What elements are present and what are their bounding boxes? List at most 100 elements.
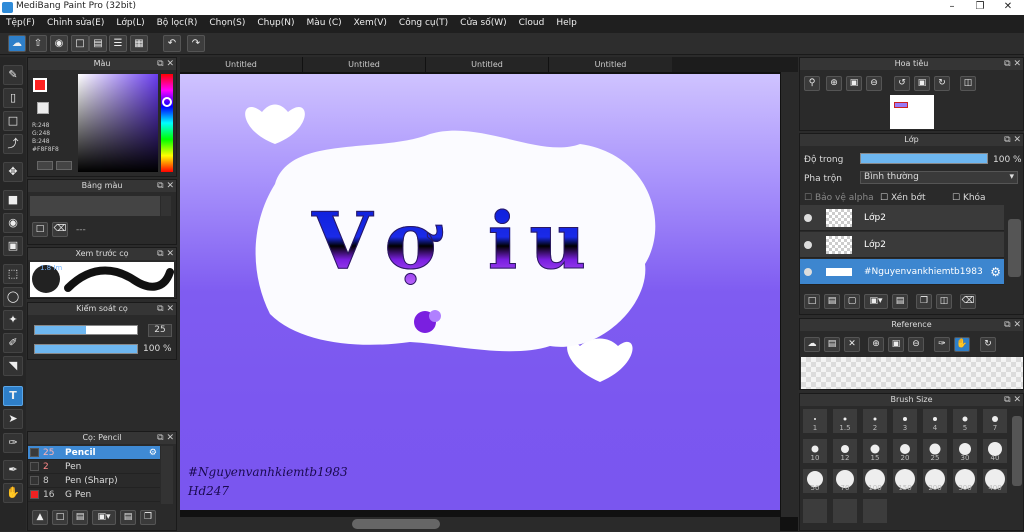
brush-size-option[interactable]: 10 xyxy=(802,438,828,464)
panel-close-icon[interactable]: ⧉ ✕ xyxy=(157,180,174,192)
gear-icon[interactable]: ⚙ xyxy=(149,448,157,458)
restore-icon[interactable]: ❐ xyxy=(966,0,994,15)
delete-layer-icon[interactable]: ⌫ xyxy=(960,294,976,309)
brush-size-option[interactable]: 50 xyxy=(802,468,828,494)
color-sv-square[interactable] xyxy=(78,74,158,172)
brush-size-option[interactable]: 40 xyxy=(982,438,1008,464)
rotate-right-icon[interactable]: ↻ xyxy=(934,76,950,91)
navigator-thumbnail[interactable] xyxy=(890,95,934,129)
brush-size-option[interactable]: 2 xyxy=(862,408,888,434)
rotate-left-icon[interactable]: ↺ xyxy=(894,76,910,91)
panel-close-icon[interactable]: ⧉ ✕ xyxy=(157,58,174,70)
menu-cloud[interactable]: Cloud xyxy=(513,15,551,33)
brush-size-option[interactable] xyxy=(862,498,888,524)
undo-icon[interactable]: ↶ xyxy=(163,35,181,52)
brush-size-option[interactable]: 12 xyxy=(832,438,858,464)
eye-icon[interactable] xyxy=(804,214,812,222)
bucket-tool-icon[interactable]: ◉ xyxy=(3,213,23,233)
brush-size-option[interactable]: 70 xyxy=(832,468,858,494)
folder-icon[interactable]: ▤ xyxy=(892,294,908,309)
gear-icon[interactable]: ⚙ xyxy=(990,265,1001,279)
eraser-tool-icon[interactable]: ▯ xyxy=(3,88,23,108)
hand-tool-icon[interactable]: ✋ xyxy=(3,483,23,503)
brush-size-option[interactable] xyxy=(832,498,858,524)
text-tool-icon[interactable]: T xyxy=(3,386,23,406)
brush-opacity-slider[interactable] xyxy=(34,344,138,354)
menu-tools[interactable]: Công cụ(T) xyxy=(393,15,454,33)
new-brush-icon[interactable]: □ xyxy=(52,510,68,525)
swap-color-icon[interactable] xyxy=(37,161,53,170)
menu-filter[interactable]: Bộ lọc(R) xyxy=(151,15,204,33)
layer-item[interactable]: Lớp2 xyxy=(800,232,1004,258)
brush-size-scrollbar[interactable] xyxy=(1012,416,1022,486)
delete-palette-icon[interactable]: ⌫ xyxy=(52,222,68,237)
panel-close-icon[interactable]: ⧉ ✕ xyxy=(157,432,174,444)
menu-help[interactable]: Help xyxy=(550,15,583,33)
select-tool-icon[interactable]: ✒ xyxy=(3,460,23,480)
brush-size-slider[interactable] xyxy=(34,325,138,335)
copy-brush-icon[interactable]: ▤ xyxy=(72,510,88,525)
close-ref-icon[interactable]: ✕ xyxy=(844,337,860,352)
select-eraser-icon[interactable]: ◥ xyxy=(3,356,23,376)
folder-icon[interactable]: ▤ xyxy=(120,510,136,525)
layer-item-active[interactable]: #Nguyenvankhiemtb1983 ⚙ xyxy=(800,259,1004,285)
layer-opacity-slider[interactable] xyxy=(860,153,988,164)
add-palette-icon[interactable]: □ xyxy=(32,222,48,237)
panel-close-icon[interactable]: ⧉ ✕ xyxy=(157,248,174,260)
zoom-fit-icon[interactable]: ⚲ xyxy=(804,76,820,91)
move-tool-icon[interactable]: ✥ xyxy=(3,162,23,182)
menu-color[interactable]: Màu (C) xyxy=(301,15,348,33)
blend-mode-select[interactable]: Bình thường ▾ xyxy=(860,171,1018,184)
layer-scrollbar[interactable] xyxy=(1008,219,1021,277)
page-icon[interactable]: □ xyxy=(71,35,89,52)
eyedropper-ref-icon[interactable]: ✑ xyxy=(934,337,950,352)
fill-rect-tool-icon[interactable]: ■ xyxy=(3,190,23,210)
minimize-icon[interactable]: – xyxy=(938,0,966,15)
hue-slider[interactable] xyxy=(161,74,173,172)
reference-canvas[interactable] xyxy=(801,357,1023,389)
fullscreen-icon[interactable]: ▣ xyxy=(914,76,930,91)
close-icon[interactable]: ✕ xyxy=(994,0,1022,15)
panel-close-icon[interactable]: ⧉ ✕ xyxy=(1004,319,1021,331)
brush-size-option[interactable]: 5 xyxy=(952,408,978,434)
zoom-in-ref-icon[interactable]: ⊕ xyxy=(868,337,884,352)
menu-edit[interactable]: Chỉnh sửa(E) xyxy=(41,15,110,33)
brush-tool-icon[interactable]: ✎ xyxy=(3,65,23,85)
menu-file[interactable]: Tệp(F) xyxy=(0,15,41,33)
tab-untitled-4[interactable]: Untitled xyxy=(549,57,672,72)
brush-size-value[interactable]: 25 xyxy=(148,324,172,337)
gradient-tool-icon[interactable]: ▣ xyxy=(3,236,23,256)
brush-item-pencil[interactable]: 25 Pencil ⚙ xyxy=(28,446,160,460)
redo-icon[interactable]: ↷ xyxy=(187,35,205,52)
artwork-canvas[interactable]: Vợ iu #Nguyenvanhkiemtb1983 Hd247 xyxy=(180,74,780,510)
panel-close-icon[interactable]: ⧉ ✕ xyxy=(1004,394,1021,406)
tab-untitled-1[interactable]: Untitled xyxy=(180,57,303,72)
cloud-icon[interactable]: ☁ xyxy=(8,35,26,52)
menu-snap[interactable]: Chụp(N) xyxy=(251,15,300,33)
magic-wand-icon[interactable]: ✦ xyxy=(3,310,23,330)
brush-size-option[interactable]: 7 xyxy=(982,408,1008,434)
protect-alpha-checkbox[interactable]: ☐ Bảo vệ alpha xyxy=(804,193,874,203)
brush-size-option[interactable]: 400 xyxy=(982,468,1008,494)
comment-icon[interactable]: ◉ xyxy=(50,35,68,52)
palette-area[interactable] xyxy=(30,196,160,216)
menu-view[interactable]: Xem(V) xyxy=(348,15,393,33)
panel-close-icon[interactable]: ⧉ ✕ xyxy=(157,303,174,315)
flip-icon[interactable]: ◫ xyxy=(960,76,976,91)
eyedropper-icon[interactable]: ✑ xyxy=(3,433,23,453)
brush-item-g-pen[interactable]: 16 G Pen xyxy=(28,488,160,502)
panel-close-icon[interactable]: ⧉ ✕ xyxy=(1004,58,1021,70)
select-pen-icon[interactable]: ✐ xyxy=(3,333,23,353)
cloud-ref-icon[interactable]: ☁ xyxy=(804,337,820,352)
brush-size-option[interactable]: 20 xyxy=(892,438,918,464)
brush-size-option[interactable]: 200 xyxy=(922,468,948,494)
brush-size-option[interactable]: 1 xyxy=(802,408,828,434)
brush-size-option[interactable]: 15 xyxy=(862,438,888,464)
canvas-horizontal-scrollbar[interactable] xyxy=(180,517,780,531)
brush-size-option[interactable]: 25 xyxy=(922,438,948,464)
clipping-checkbox[interactable]: ☐ Xén bớt xyxy=(880,193,926,203)
main-color-swatch[interactable] xyxy=(33,78,47,92)
select-lasso-icon[interactable]: ◯ xyxy=(3,287,23,307)
fit-window-icon[interactable]: ▣ xyxy=(846,76,862,91)
sub-color-swatch[interactable] xyxy=(37,102,49,114)
